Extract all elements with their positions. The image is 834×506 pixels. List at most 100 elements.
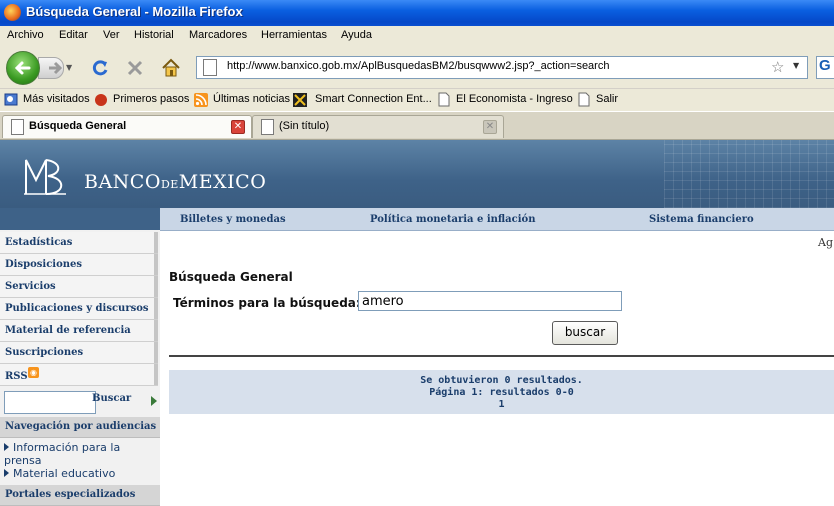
nav-sistema-financiero[interactable]: Sistema financiero — [649, 214, 754, 225]
navigation-toolbar: ▼ http://www.banxico.gob.mx/AplBusquedas… — [0, 46, 834, 89]
tab-busqueda-general[interactable]: Búsqueda General ✕ — [2, 115, 252, 138]
menu-historial[interactable]: Historial — [134, 29, 174, 41]
sidebar: Estadísticas Disposiciones Servicios Pub… — [0, 230, 160, 506]
sidebar-item-edge — [154, 254, 158, 275]
bookmark-star-icon[interactable]: ☆ — [771, 58, 784, 76]
portals-heading-label: Portales especializados — [5, 489, 136, 500]
smart-connection-icon — [293, 93, 307, 107]
portals-heading: Portales especializados — [0, 485, 160, 506]
sidebar-item-label: Disposiciones — [5, 259, 83, 270]
results-summary: Se obtuvieron 0 resultados. Página 1: re… — [169, 370, 834, 414]
close-tab-icon[interactable]: ✕ — [231, 120, 245, 134]
menu-archivo[interactable]: Archivo — [7, 29, 44, 41]
menu-bar: Archivo Editar Ver Historial Marcadores … — [0, 26, 834, 46]
page-icon — [261, 119, 274, 135]
search-engine-box[interactable]: G — [816, 56, 834, 79]
menu-editar[interactable]: Editar — [59, 29, 88, 41]
sidebar-item-material-de-referencia[interactable]: Material de referencia — [0, 320, 158, 342]
window-title-bar: Búsqueda General - Mozilla Firefox — [0, 0, 834, 26]
home-icon[interactable] — [161, 58, 181, 78]
audience-link-material-educativo[interactable]: Material educativo — [4, 467, 115, 480]
top-navigation: Billetes y monedas Política monetaria e … — [160, 208, 834, 231]
menu-herramientas[interactable]: Herramientas — [261, 29, 327, 41]
tab-sin-titulo[interactable]: (Sin título) ✕ — [252, 115, 504, 138]
most-visited-icon — [4, 93, 18, 106]
reload-icon[interactable] — [90, 58, 110, 78]
bookmark-mas-visitados[interactable]: Más visitados — [23, 93, 90, 105]
audiences-heading: Navegación por audiencias — [0, 417, 160, 438]
sidebar-search-input[interactable] — [4, 391, 96, 414]
pagination-page-1[interactable]: 1 — [169, 399, 834, 410]
bank-name-de: DE — [160, 178, 179, 191]
bank-name-part: MEXICO — [178, 171, 267, 193]
audience-link-label: Material educativo — [13, 467, 116, 480]
sidebar-item-edge — [154, 276, 158, 297]
bookmark-salir[interactable]: Salir — [596, 93, 618, 105]
bullet-triangle-icon — [4, 443, 9, 451]
page-title: Búsqueda General — [169, 270, 293, 284]
menu-ver[interactable]: Ver — [103, 29, 120, 41]
audience-link-prensa[interactable]: Información para la prensa — [4, 441, 160, 467]
bookmark-smart-connection[interactable]: Smart Connection Ent... — [315, 93, 432, 105]
forward-button[interactable] — [38, 57, 64, 79]
bookmarks-toolbar: Más visitados Primeros pasos Últimas not… — [0, 89, 834, 111]
truncated-link[interactable]: Ag — [818, 236, 833, 249]
bookmark-el-economista[interactable]: El Economista - Ingreso — [456, 93, 573, 105]
stop-icon[interactable] — [125, 58, 145, 78]
bank-name: BANCODEMEXICO — [84, 171, 266, 193]
results-count: Se obtuvieron 0 resultados. — [420, 375, 583, 386]
forward-arrow-icon — [49, 61, 63, 75]
sidebar-search-button[interactable]: Buscar — [92, 393, 131, 404]
back-button[interactable] — [6, 51, 40, 85]
sidebar-item-servicios[interactable]: Servicios — [0, 276, 158, 298]
rss-icon: ◉ — [28, 367, 39, 378]
sidebar-item-label: Estadísticas — [5, 237, 73, 248]
header-pattern — [664, 140, 834, 208]
site-header: BANCODEMEXICO — [0, 140, 834, 208]
url-bar[interactable]: http://www.banxico.gob.mx/AplBusquedasBM… — [196, 56, 808, 79]
close-tab-icon[interactable]: ✕ — [483, 120, 497, 134]
firefox-icon — [4, 4, 21, 21]
menu-ayuda[interactable]: Ayuda — [341, 29, 372, 41]
banxico-logo-icon[interactable] — [22, 156, 68, 198]
audience-link-label: Información para la prensa — [4, 441, 121, 467]
rss-feed-icon — [194, 93, 208, 107]
bank-name-part: BANCO — [84, 171, 161, 193]
sidebar-item-label: RSS — [5, 371, 28, 382]
tab-label: Búsqueda General — [29, 120, 127, 132]
tab-bar: Búsqueda General ✕ (Sin título) ✕ — [0, 112, 834, 140]
window-title: Búsqueda General - Mozilla Firefox — [26, 4, 243, 19]
sidebar-item-edge — [154, 320, 158, 341]
sidebar-item-rss[interactable]: RSS ◉ — [0, 364, 158, 386]
sidebar-item-label: Servicios — [5, 281, 56, 292]
history-dropdown-icon[interactable]: ▼ — [66, 63, 72, 72]
page-icon — [11, 119, 24, 135]
url-dropdown-icon[interactable]: ▼ — [793, 61, 799, 70]
audiences-heading-label: Navegación por audiencias — [5, 421, 157, 432]
search-terms-label: Términos para la búsqueda: — [173, 296, 361, 310]
sidebar-item-estadisticas[interactable]: Estadísticas — [0, 232, 158, 254]
sidebar-item-edge — [154, 298, 158, 319]
url-text: http://www.banxico.gob.mx/AplBusquedasBM… — [227, 60, 610, 72]
page-icon — [438, 92, 450, 107]
search-arrow-icon[interactable] — [151, 396, 157, 406]
search-button[interactable]: buscar — [552, 321, 618, 345]
sidebar-item-label: Suscripciones — [5, 347, 84, 358]
sidebar-item-disposiciones[interactable]: Disposiciones — [0, 254, 158, 276]
bookmark-primeros-pasos[interactable]: Primeros pasos — [113, 93, 189, 105]
bookmark-ultimas-noticias[interactable]: Últimas noticias — [213, 93, 290, 105]
back-arrow-icon — [14, 61, 31, 75]
sidebar-item-publicaciones[interactable]: Publicaciones y discursos — [0, 298, 158, 320]
menu-marcadores[interactable]: Marcadores — [189, 29, 247, 41]
bullet-triangle-icon — [4, 469, 9, 477]
sidebar-item-suscripciones[interactable]: Suscripciones — [0, 342, 158, 364]
nav-billetes-y-monedas[interactable]: Billetes y monedas — [180, 214, 286, 225]
sidebar-item-edge — [154, 364, 158, 385]
tab-label: (Sin título) — [279, 120, 330, 132]
google-icon: G — [819, 57, 831, 74]
search-terms-input[interactable] — [358, 291, 622, 311]
page-icon — [203, 59, 217, 76]
sidebar-item-edge — [154, 232, 158, 253]
sidebar-header-corner — [0, 208, 160, 230]
nav-politica-monetaria[interactable]: Política monetaria e inflación — [370, 214, 536, 225]
